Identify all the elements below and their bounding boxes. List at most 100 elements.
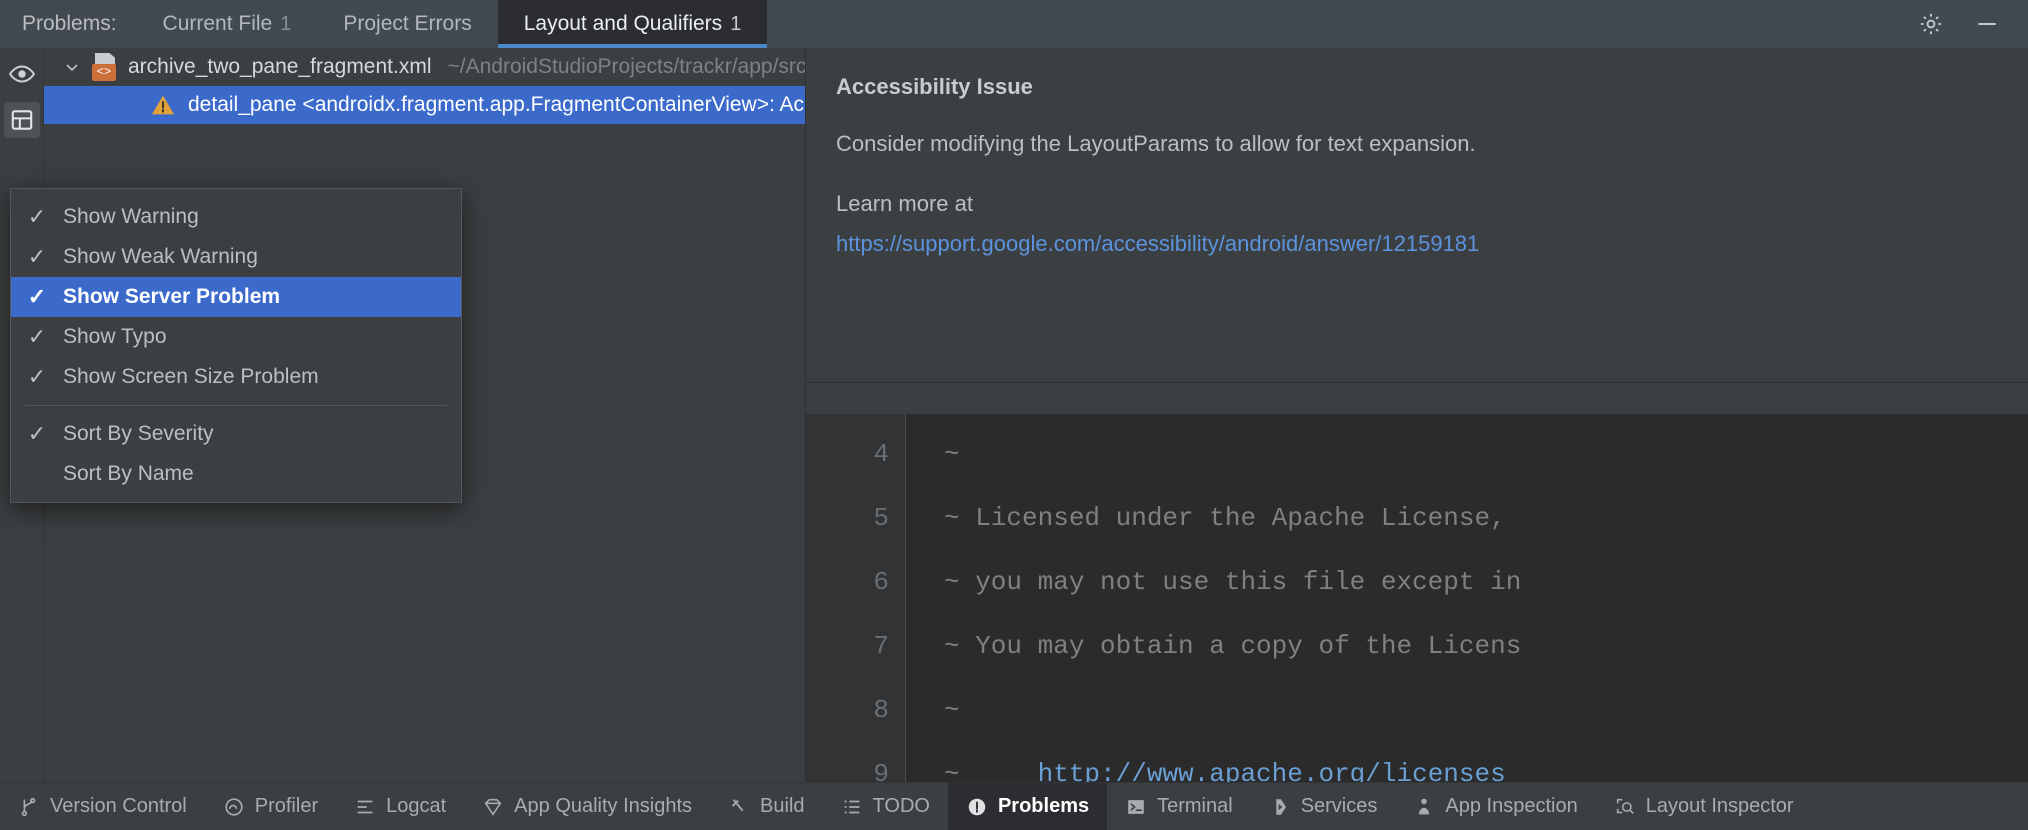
check-icon: ✓ [11, 284, 63, 310]
menu-item-show-server-problem-label: Show Server Problem [63, 285, 280, 309]
line-number: 5 [806, 486, 889, 550]
menu-item-show-weak-warning-label: Show Weak Warning [63, 245, 258, 269]
line-number: 8 [806, 678, 889, 742]
play-hex-icon [1269, 796, 1291, 818]
menu-item-show-warning[interactable]: ✓ Show Warning [11, 197, 461, 237]
status-item-problems[interactable]: Problems [948, 783, 1107, 830]
android-studio-problems-window: Problems: Current File 1 Project Errors … [0, 0, 2028, 830]
hammer-icon [728, 796, 750, 818]
status-item-services[interactable]: Services [1251, 783, 1396, 830]
tab-layout-and-qualifiers[interactable]: Layout and Qualifiers 1 [498, 0, 768, 48]
check-icon: ✓ [11, 364, 63, 390]
menu-item-show-screen-size-problem[interactable]: ✓ Show Screen Size Problem [11, 357, 461, 397]
code-line: ~ Licensed under the Apache License, [944, 486, 2028, 550]
code-preview-header [806, 382, 2028, 414]
problems-body: <> archive_two_pane_fragment.xml ~/Andro… [0, 48, 2028, 782]
issue-detail-pane: Accessibility Issue Consider modifying t… [805, 48, 2028, 782]
tab-project-errors-label: Project Errors [343, 12, 471, 36]
status-item-todo[interactable]: TODO [823, 783, 948, 830]
code-line: ~ you may not use this file except in [944, 550, 2028, 614]
check-icon: ✓ [11, 204, 63, 230]
branch-icon [18, 796, 40, 818]
tab-layout-and-qualifiers-label: Layout and Qualifiers [524, 12, 722, 36]
chevron-down-icon[interactable] [62, 57, 82, 77]
error-circle-icon [966, 796, 988, 818]
menu-item-sort-by-severity-label: Sort By Severity [63, 422, 214, 446]
status-item-build-label: Build [760, 795, 804, 818]
status-item-app-inspection[interactable]: App Inspection [1395, 783, 1595, 830]
menu-item-show-typo-label: Show Typo [63, 325, 167, 349]
layout-inspector-icon [1614, 796, 1636, 818]
learn-more-label: Learn more at [836, 190, 1998, 218]
code-line: ~ [944, 678, 2028, 742]
tree-file-path: ~/AndroidStudioProjects/trackr/app/src [448, 55, 806, 79]
status-item-version-control[interactable]: Version Control [0, 783, 205, 830]
tabs-container: Problems: Current File 1 Project Errors … [0, 0, 767, 48]
preview-eye-icon[interactable] [4, 56, 40, 92]
check-icon: ✓ [11, 324, 63, 350]
issue-detail-content: Accessibility Issue Consider modifying t… [806, 48, 2028, 382]
menu-item-show-screen-size-problem-label: Show Screen Size Problem [63, 365, 319, 389]
tree-problem-row[interactable]: detail_pane <androidx.fragment.app.Fragm… [44, 86, 805, 124]
code-line-with-link: ~ http://www.apache.org/licenses [944, 742, 2028, 782]
code-line: ~ You may obtain a copy of the Licens [944, 614, 2028, 678]
issue-title: Accessibility Issue [836, 74, 1998, 100]
status-item-profiler-label: Profiler [255, 795, 318, 818]
code-lines: ~~ Licensed under the Apache License,~ y… [906, 414, 2028, 782]
group-by-icon[interactable] [4, 102, 40, 138]
terminal-icon [1125, 796, 1147, 818]
active-tab-underline [498, 44, 768, 48]
tree-file-row[interactable]: <> archive_two_pane_fragment.xml ~/Andro… [44, 48, 805, 86]
menu-item-sort-by-severity[interactable]: ✓ Sort By Severity [11, 414, 461, 454]
menu-separator [25, 405, 447, 406]
gear-icon[interactable] [1916, 9, 1946, 39]
filter-popup-menu[interactable]: ✓ Show Warning ✓ Show Weak Warning ✓ Sho… [10, 188, 462, 503]
tabbar-actions [1916, 0, 2028, 48]
warning-triangle-icon [150, 92, 176, 118]
tab-current-file[interactable]: Current File 1 [137, 0, 318, 48]
tab-layout-and-qualifiers-count: 1 [730, 13, 741, 36]
profiler-icon [223, 796, 245, 818]
xml-file-icon: <> [92, 53, 118, 81]
code-line: ~ [944, 422, 2028, 486]
diamond-icon [482, 796, 504, 818]
problems-tabbar: Problems: Current File 1 Project Errors … [0, 0, 2028, 48]
issue-description: Consider modifying the LayoutParams to a… [836, 130, 1998, 158]
menu-item-show-typo[interactable]: ✓ Show Typo [11, 317, 461, 357]
status-item-terminal[interactable]: Terminal [1107, 783, 1251, 830]
check-icon: ✓ [11, 421, 63, 447]
line-number: 9 [806, 742, 889, 782]
status-item-app-quality-insights-label: App Quality Insights [514, 795, 692, 818]
status-item-version-control-label: Version Control [50, 795, 187, 818]
status-item-profiler[interactable]: Profiler [205, 783, 336, 830]
menu-item-show-warning-label: Show Warning [63, 205, 199, 229]
status-item-layout-inspector[interactable]: Layout Inspector [1596, 783, 1812, 830]
inspection-icon [1413, 796, 1435, 818]
issue-doc-link[interactable]: https://support.google.com/accessibility… [836, 231, 1998, 257]
bottom-tool-window-bar: Version Control Profiler Logcat [0, 782, 2028, 830]
line-number: 6 [806, 550, 889, 614]
code-line-url[interactable]: http://www.apache.org/licenses [1038, 759, 1506, 782]
tab-project-errors[interactable]: Project Errors [317, 0, 497, 48]
code-preview[interactable]: 456789 ~~ Licensed under the Apache Lice… [806, 414, 2028, 782]
tree-problem-text: detail_pane <androidx.fragment.app.Fragm… [188, 93, 805, 117]
tab-current-file-label: Current File [163, 12, 273, 36]
menu-item-sort-by-name[interactable]: Sort By Name [11, 454, 461, 494]
status-item-logcat-label: Logcat [386, 795, 446, 818]
status-item-terminal-label: Terminal [1157, 795, 1233, 818]
status-item-app-quality-insights[interactable]: App Quality Insights [464, 783, 710, 830]
tab-current-file-count: 1 [280, 13, 291, 36]
status-item-build[interactable]: Build [710, 783, 822, 830]
status-item-logcat[interactable]: Logcat [336, 783, 464, 830]
status-item-services-label: Services [1301, 795, 1378, 818]
status-item-app-inspection-label: App Inspection [1445, 795, 1577, 818]
menu-item-sort-by-name-label: Sort By Name [63, 462, 194, 486]
menu-item-show-server-problem[interactable]: ✓ Show Server Problem [11, 277, 461, 317]
problems-title: Problems: [0, 0, 137, 48]
line-number: 4 [806, 422, 889, 486]
logcat-icon [354, 796, 376, 818]
line-number: 7 [806, 614, 889, 678]
minimize-icon[interactable] [1972, 9, 2002, 39]
status-item-problems-label: Problems [998, 795, 1089, 818]
menu-item-show-weak-warning[interactable]: ✓ Show Weak Warning [11, 237, 461, 277]
